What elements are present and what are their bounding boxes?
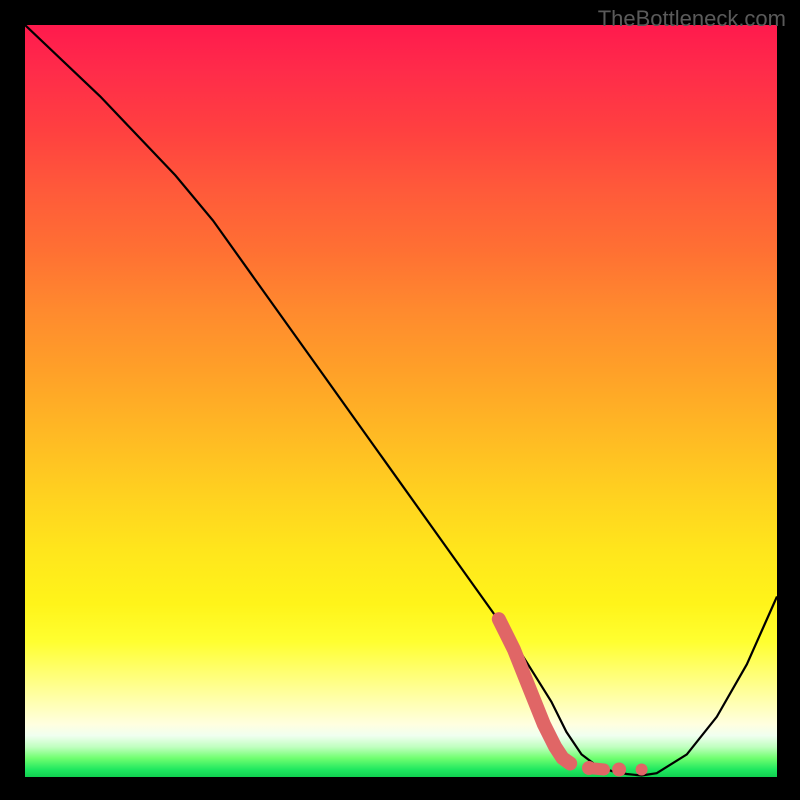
highlight-segment-group — [499, 619, 648, 776]
highlight-dot — [612, 763, 626, 777]
highlight-solid — [499, 619, 570, 763]
plot-area — [25, 25, 777, 777]
highlight-dash — [589, 768, 604, 770]
highlight-dot — [636, 764, 648, 776]
main-curve-path — [25, 25, 777, 776]
chart-svg — [25, 25, 777, 777]
watermark-text: TheBottleneck.com — [598, 6, 786, 32]
